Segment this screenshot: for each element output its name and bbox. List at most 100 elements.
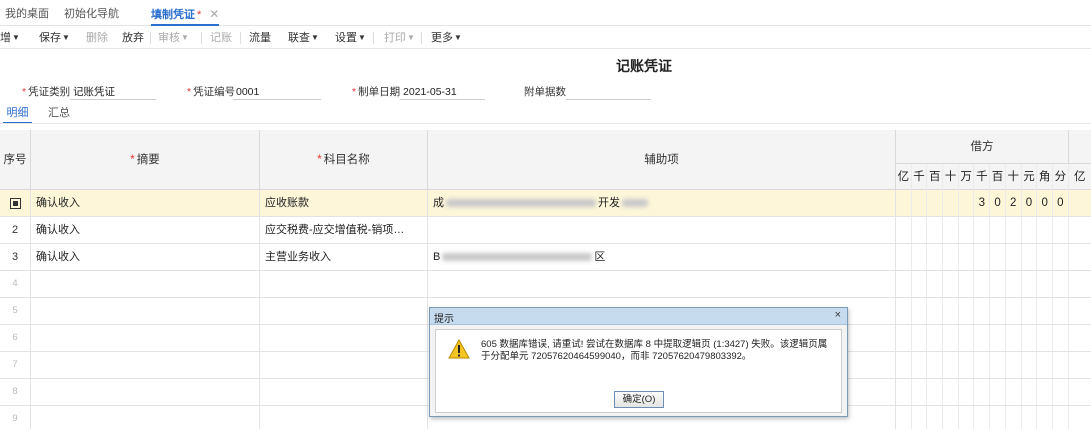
warning-icon — [448, 339, 470, 359]
row-seq: 6 — [0, 325, 31, 351]
aux-cell[interactable] — [428, 271, 896, 297]
debit-digit-cell — [990, 244, 1006, 270]
unit-header-cell: 元 — [1022, 164, 1038, 190]
debit-digit-cell — [1053, 406, 1069, 429]
summary-cell[interactable] — [31, 325, 260, 351]
print-button[interactable]: 打印▼ — [384, 27, 415, 49]
summary-cell[interactable] — [31, 352, 260, 378]
debit-digit-cell — [959, 271, 975, 297]
attachment-count-label: 附单据数 — [524, 86, 566, 98]
debit-digit-cell — [927, 271, 944, 297]
summary-cell[interactable] — [31, 271, 260, 297]
summary-cell[interactable]: 确认收入 — [31, 217, 260, 243]
account-cell[interactable] — [260, 298, 428, 324]
debit-digit-cell: 2 — [1006, 190, 1022, 216]
tab-detail[interactable]: 明细 — [3, 104, 32, 124]
debit-digit-cell — [959, 244, 975, 270]
debit-digit-cell — [1006, 217, 1022, 243]
debit-digit-cell — [1006, 325, 1022, 351]
toolbar-divider — [150, 32, 151, 44]
tab-init-nav[interactable]: 初始化导航 — [64, 0, 119, 26]
voucher-type-field[interactable]: 记账凭证 — [70, 84, 156, 100]
chevron-down-icon: ▼ — [12, 33, 20, 42]
chevron-down-icon: ▼ — [62, 33, 70, 42]
voucher-number-field[interactable]: 0001 — [233, 84, 321, 100]
settings-button[interactable]: 设置▼ — [335, 27, 366, 49]
debit-digit-cell — [912, 379, 928, 405]
summary-cell[interactable]: 确认收入 — [31, 244, 260, 270]
summary-cell[interactable] — [31, 298, 260, 324]
more-button[interactable]: 更多▼ — [431, 27, 462, 49]
row-handle[interactable] — [0, 190, 31, 216]
debit-digit-cell — [943, 325, 959, 351]
debit-digit-cell — [959, 298, 975, 324]
voucher-date-label: * 制单日期 — [352, 86, 401, 98]
table-row[interactable]: 2 确认收入 应交税费-应交增值税-销项… — [0, 217, 1091, 244]
flow-button[interactable]: 流量 — [249, 27, 271, 49]
account-cell[interactable]: 主营业务收入 — [260, 244, 428, 270]
unit-header-cell: 亿 — [896, 164, 912, 190]
debit-digit-cell — [912, 217, 928, 243]
debit-digit-cell — [896, 352, 912, 378]
close-icon[interactable]: × — [835, 309, 841, 321]
unit-header-cell: 百 — [927, 164, 944, 190]
voucher-date-field[interactable]: 2021-05-31 — [400, 84, 485, 100]
debit-digit-cell — [975, 244, 991, 270]
debit-digit-cell — [959, 406, 975, 429]
credit-unit-header-cell: 亿 — [1073, 171, 1086, 183]
tab-my-desktop[interactable]: 我的桌面 — [5, 0, 49, 26]
discard-button[interactable]: 放弃 — [122, 27, 144, 49]
table-row[interactable]: 4 — [0, 271, 1091, 298]
credit-digit-cell — [1069, 325, 1091, 351]
debit-digit-cell — [943, 379, 959, 405]
redacted-text — [442, 253, 593, 262]
debit-digit-cell — [975, 217, 991, 243]
toolbar-divider — [240, 32, 241, 44]
debit-digit-cell — [1022, 271, 1038, 297]
row-seq: 3 — [0, 244, 31, 270]
aux-cell[interactable] — [428, 217, 896, 243]
attachment-count-field[interactable] — [566, 84, 651, 100]
tab-fill-voucher[interactable]: 填制凭证 * ✕ — [151, 0, 220, 26]
add-button[interactable]: 增▼ — [0, 27, 20, 49]
aux-cell[interactable]: B区 — [428, 244, 896, 270]
account-cell[interactable] — [260, 352, 428, 378]
credit-digit-cell — [1069, 298, 1091, 324]
table-row[interactable]: 3 确认收入 主营业务收入 B 区 — [0, 244, 1091, 271]
debit-digit-cell — [1053, 379, 1069, 405]
post-button[interactable]: 记账 — [210, 27, 232, 49]
row-insert-icon — [9, 197, 21, 209]
summary-cell[interactable] — [31, 379, 260, 405]
unit-header-cell: 千 — [975, 164, 991, 190]
toolbar: 增▼ 保存▼ 删除 放弃 审核▼ 记账 流量 联查▼ 设置▼ 打印▼ 更多▼ — [0, 27, 1091, 49]
debit-digit-cell — [1037, 406, 1053, 429]
unit-header-cell: 千 — [912, 164, 928, 190]
debit-unit-header: 亿千百十万千百十元角分亿 — [896, 164, 1091, 190]
account-cell[interactable]: 应收账款 — [260, 190, 428, 216]
debit-digit-cell: 0 — [1022, 190, 1038, 216]
row-seq: 8 — [0, 379, 31, 405]
account-cell[interactable] — [260, 325, 428, 351]
aux-cell[interactable]: 成开发 — [428, 190, 896, 216]
summary-cell[interactable]: 确认收入 — [31, 190, 260, 216]
table-row[interactable]: 确认收入 应收账款成开发 3 0 2 0 0 0 — [0, 190, 1091, 217]
ok-button[interactable]: 确定(O) — [614, 391, 664, 408]
linked-query-button[interactable]: 联查▼ — [288, 27, 319, 49]
row-seq: 5 — [0, 298, 31, 324]
col-header-credit — [1069, 130, 1091, 164]
account-cell[interactable] — [260, 406, 428, 429]
col-header-seq: 序号 — [0, 130, 31, 190]
account-cell[interactable] — [260, 271, 428, 297]
review-button[interactable]: 审核▼ — [158, 27, 189, 49]
debit-digit-cell — [1037, 325, 1053, 351]
debit-digit-cell: 0 — [1037, 190, 1053, 216]
unit-header-cell: 分 — [1053, 164, 1069, 190]
summary-cell[interactable] — [31, 406, 260, 429]
close-icon[interactable]: ✕ — [209, 7, 219, 21]
tab-summary[interactable]: 汇总 — [48, 104, 70, 124]
col-header-account: * 科目名称 — [260, 130, 428, 190]
account-cell[interactable] — [260, 379, 428, 405]
save-button[interactable]: 保存▼ — [39, 27, 70, 49]
account-cell[interactable]: 应交税费-应交增值税-销项… — [260, 217, 428, 243]
delete-button[interactable]: 删除 — [86, 27, 108, 49]
